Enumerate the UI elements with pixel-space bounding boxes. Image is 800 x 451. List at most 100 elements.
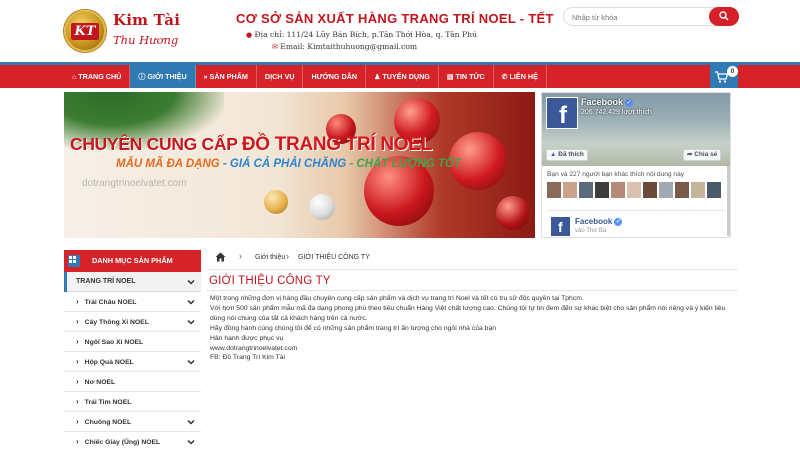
share-icon: ➦ [687,151,693,158]
search-icon [719,11,729,21]
avatar[interactable] [579,182,593,198]
banner-headline: CHUYÊN CUNG CẤP ĐỒ TRANG TRÍ NOEL [70,134,432,156]
category-main-item[interactable]: TRANG TRÍ NOEL [64,272,201,292]
category-label: Ngôi Sao Xi NOEL [76,332,144,353]
paragraph: Một trong những đơn vị hàng đầu chuyên c… [210,295,584,302]
liked-button-label: Đã thích [558,151,584,158]
avatar[interactable] [611,182,625,198]
avatar[interactable] [675,182,689,198]
category-sub-item[interactable]: Chuông NOEL [64,412,201,432]
banner-tagline-quality: - CHẤT LƯỢNG TỐT [346,158,461,170]
home-icon[interactable] [215,252,226,262]
banner-tagline-price: - GIÁ CẢ PHẢI CHĂNG [219,158,347,170]
email-line: ✉ Email: Kimtaithuhuong@gmail.com [272,42,417,51]
chevron-down-icon[interactable] [187,278,195,286]
avatar[interactable] [563,182,577,198]
banner-headline-strong: ĐỒ TRANG TRÍ NOEL [241,134,433,155]
home-icon: ⌂ [72,74,77,81]
category-label: Chuông NOEL [76,412,131,433]
facebook-page-name-text: Facebook [581,97,624,107]
category-sub-item[interactable]: Trái Châu NOEL [64,292,201,312]
category-label: TRANG TRÍ NOEL [76,278,136,285]
news-icon: ▤ [446,74,454,81]
category-sub-item[interactable]: Cây Thông Xi NOEL [64,312,201,332]
nav-item-contact[interactable]: ✆ LIÊN HỆ [494,65,547,88]
category-sub-item[interactable]: Nơ NOEL [64,372,201,392]
category-list: TRANG TRÍ NOEL Trái Châu NOEL Cây Thông … [64,272,201,451]
chevron-down-icon[interactable] [187,298,195,306]
category-sub-item[interactable]: Trái Tim NOEL [64,392,201,412]
nav-label: TIN TỨC [455,72,485,81]
facebook-page-widget: f Facebook ✓ 206.742.429 lượt thích ▲ Đã … [541,92,731,238]
banner-watermark: dotrangtrinoelvatet.com [82,178,187,189]
nav-label: HƯỚNG DẪN [311,72,358,81]
category-sub-item[interactable]: Ngôi Sao Xi NOEL [64,332,201,352]
avatar[interactable] [595,182,609,198]
nav-label: DỊCH VỤ [264,72,295,81]
category-label: Nơ NOEL [76,372,116,393]
banner-tagline: MẪU MÃ ĐA DẠNG - GIÁ CẢ PHẢI CHĂNG - CHẤ… [116,158,461,170]
post-time: vào Thứ Ba [575,228,607,234]
nav-items: ⌂ TRANG CHỦ ⓘ GIỚI THIỆU » SẢN PHẨM DỊCH VỤ… [64,65,547,88]
address-text: Địa chỉ: 111/24 Lũy Bán Bích, p.Tân Thới… [254,30,477,39]
nav-item-news[interactable]: ▤ TIN TỨC [439,65,494,88]
facebook-cover-photo[interactable]: f Facebook ✓ 206.742.429 lượt thích ▲ Đã … [542,93,730,166]
cart-button[interactable]: 0 [710,65,738,88]
post-author-text: Facebook [575,217,613,226]
widget-scrollbar[interactable] [727,166,730,236]
chevron-down-icon[interactable] [187,318,195,326]
ornament-ball [309,194,335,220]
grid-icon [68,255,80,267]
facebook-post-preview[interactable]: f Facebook ✓ vào Thứ Ba [547,210,725,238]
nav-item-guide[interactable]: HƯỚNG DẪN [303,65,367,88]
liked-button[interactable]: ▲ Đã thích [546,149,588,161]
facebook-link[interactable]: FB: Đồ Trang Trí Kim Tài [210,353,738,363]
chevron-down-icon[interactable] [187,438,195,446]
banner-tagline-variety: MẪU MÃ ĐA DẠNG [116,158,220,170]
nav-item-home[interactable]: ⌂ TRANG CHỦ [64,65,131,88]
post-author[interactable]: Facebook ✓ [575,217,623,226]
nav-item-about[interactable]: ⓘ GIỚI THIỆU [130,65,196,88]
info-icon: ⓘ [138,74,146,81]
title-divider [207,290,738,291]
facebook-like-count: 206.742.429 lượt thích [581,109,652,116]
paragraph: Với hơn 500 sản phẩm mẫu mã đa dạng phon… [210,304,726,322]
double-chevron-icon: » [203,74,208,81]
thumbs-up-icon: ▲ [550,151,557,158]
category-sub-item[interactable]: Hộp Quà NOEL [64,352,201,372]
facebook-logo-icon[interactable]: f [546,97,578,129]
search-button[interactable] [709,7,739,26]
logo-emblem[interactable]: KT [64,10,106,52]
chevron-down-icon[interactable] [187,358,195,366]
nav-item-services[interactable]: DỊCH VỤ [257,65,304,88]
logo-subtitle: Thu Hương [113,33,179,47]
avatar[interactable] [691,182,705,198]
page-title: GIỚI THIỆU CÔNG TY [209,275,331,287]
logo-badge: KT [71,23,99,40]
avatar[interactable] [659,182,673,198]
search-input[interactable] [572,11,712,23]
logo-name: Kim Tài [113,11,181,29]
nav-label: GIỚI THIỆU [147,72,187,81]
nav-item-products[interactable]: » SẢN PHẨM [196,65,257,88]
nav-label: LIÊN HỆ [509,72,538,81]
category-sub-item[interactable]: Chiếc Giày (Ủng) NOEL [64,432,201,451]
share-button[interactable]: ➦ Chia sẻ [683,149,722,161]
category-heading: DANH MỤC SẢN PHẨM [64,250,201,272]
facebook-page-name[interactable]: Facebook ✓ [581,97,634,107]
avatar[interactable] [547,182,561,198]
site-header: KT Kim Tài Thu Hương CƠ SỞ SẢN XUẤT HÀNG… [0,0,800,62]
website-link[interactable]: www.dotrangtrinoelvatet.com [210,344,738,354]
avatar[interactable] [707,182,721,198]
phone-icon: ✆ [501,74,508,81]
category-label: Trái Châu NOEL [76,292,137,313]
friend-avatars [547,182,721,198]
breadcrumb-link-about[interactable]: Giới thiệu [255,254,285,261]
chevron-down-icon[interactable] [187,418,195,426]
avatar[interactable] [627,182,641,198]
avatar[interactable] [643,182,657,198]
map-pin-icon: ● [246,31,253,39]
nav-item-recruitment[interactable]: ♟ TUYỂN DỤNG [366,65,439,88]
hero-banner[interactable]: CHUYÊN CUNG CẤP ĐỒ TRANG TRÍ NOEL MẪU MÃ… [64,92,535,238]
paragraph: Hân hạnh được phục vụ [210,334,284,342]
